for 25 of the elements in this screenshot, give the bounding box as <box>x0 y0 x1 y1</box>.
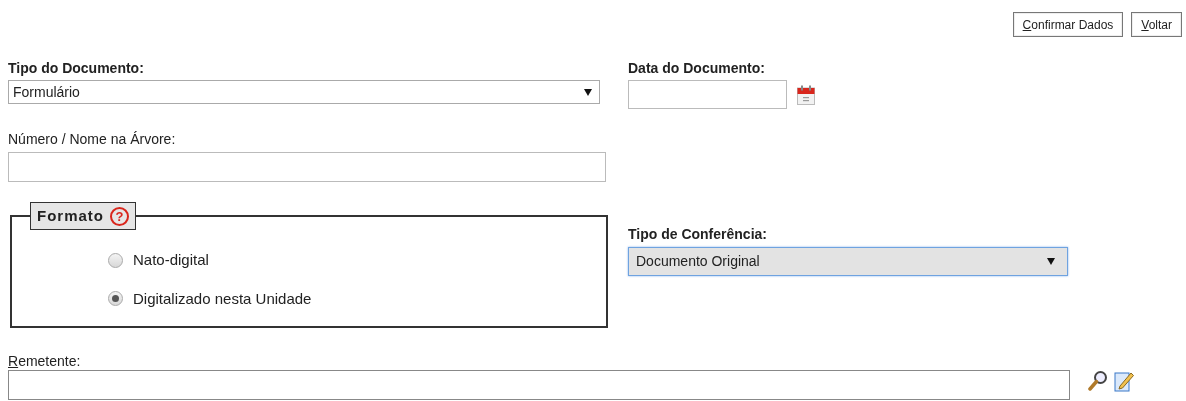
legend-text: Formato <box>37 205 104 226</box>
field-label: Tipo de Conferência: <box>628 225 768 244</box>
form-button[interactable]: Confirmar Dados <box>1012 12 1124 37</box>
field-label: Tipo do Documento: <box>8 59 145 78</box>
field-label: Número / Nome na Árvore: <box>8 130 177 149</box>
search-icon[interactable] <box>1088 370 1108 392</box>
edit-icon[interactable] <box>1114 370 1134 392</box>
caret-icon <box>1047 258 1055 265</box>
radio-label: Digitalizado nesta Unidade <box>133 288 312 309</box>
text-field[interactable] <box>8 152 606 182</box>
date-field[interactable] <box>628 80 787 109</box>
select-value: Documento Original <box>636 252 760 271</box>
select-value: Formulário <box>13 83 80 101</box>
text-field[interactable] <box>8 370 1070 400</box>
help-icon[interactable]: ? <box>110 206 129 226</box>
radio-label: Nato-digital <box>133 250 209 270</box>
radio-button[interactable] <box>108 291 123 307</box>
form-button[interactable]: Voltar <box>1131 12 1182 37</box>
select-field[interactable]: Documento Original <box>628 247 1068 276</box>
calendar-icon[interactable] <box>797 84 815 105</box>
field-label: Data do Documento: <box>628 59 766 78</box>
field-label: Remetente: <box>8 352 82 370</box>
caret-icon <box>584 88 592 96</box>
radio-button[interactable] <box>108 252 123 268</box>
select-field[interactable]: Formulário <box>8 80 600 104</box>
